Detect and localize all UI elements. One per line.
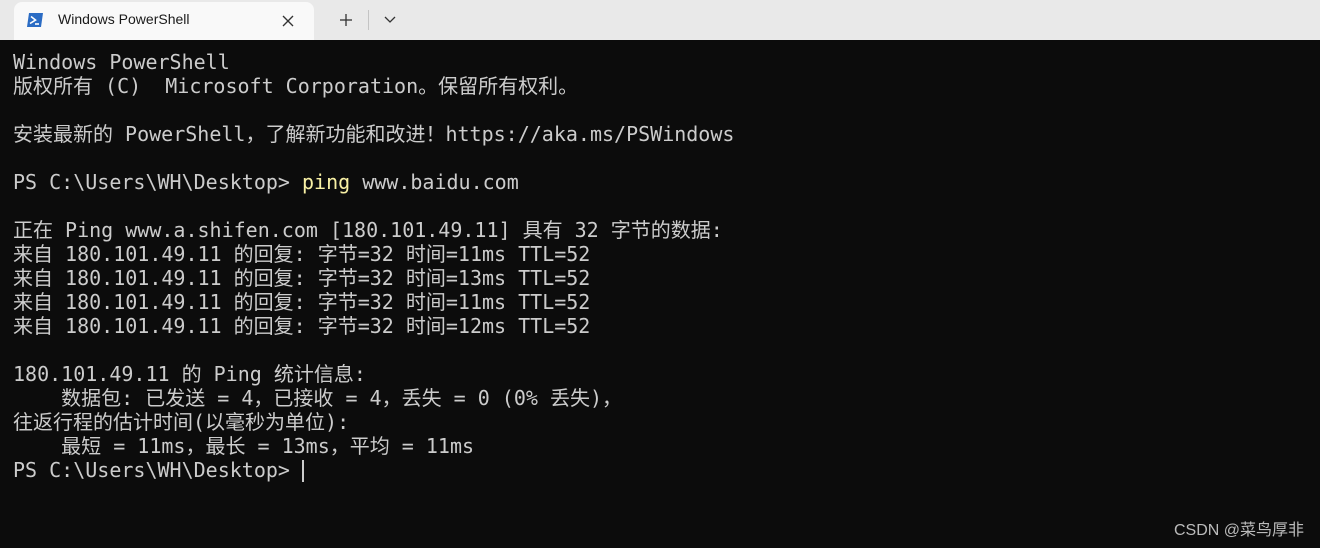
terminal-output[interactable]: Windows PowerShell 版权所有 (C) Microsoft Co…: [0, 40, 1320, 548]
powershell-icon: [27, 13, 43, 27]
output-line: 来自 180.101.49.11 的回复: 字节=32 时间=11ms TTL=…: [13, 290, 591, 314]
output-line: 版权所有 (C) Microsoft Corporation。保留所有权利。: [13, 74, 579, 98]
output-line: 180.101.49.11 的 Ping 统计信息:: [13, 362, 366, 386]
prompt-line: PS C:\Users\WH\Desktop>: [13, 458, 302, 482]
output-line: 来自 180.101.49.11 的回复: 字节=32 时间=13ms TTL=…: [13, 266, 591, 290]
output-line: 来自 180.101.49.11 的回复: 字节=32 时间=11ms TTL=…: [13, 242, 591, 266]
watermark: CSDN @菜鸟厚非: [1173, 522, 1304, 539]
tab-separator: [368, 10, 369, 30]
output-line: 数据包: 已发送 = 4，已接收 = 4，丢失 = 0 (0% 丢失)，: [13, 386, 622, 410]
text-cursor: [301, 460, 304, 482]
command-name: ping: [301, 170, 351, 194]
tab-title: Windows PowerShell: [58, 11, 190, 27]
output-line: 安装最新的 PowerShell，了解新功能和改进！https://aka.ms…: [13, 122, 735, 146]
close-icon[interactable]: [278, 11, 298, 31]
tab-powershell[interactable]: Windows PowerShell: [14, 2, 314, 40]
output-line: Windows PowerShell: [13, 50, 230, 74]
prompt: PS C:\Users\WH\Desktop>: [13, 170, 302, 194]
prompt-line: PS C:\Users\WH\Desktop> ping www.baidu.c…: [13, 170, 519, 194]
command-args: www.baidu.com: [350, 170, 519, 194]
plus-icon[interactable]: [332, 8, 360, 32]
output-line: 来自 180.101.49.11 的回复: 字节=32 时间=12ms TTL=…: [13, 314, 591, 338]
title-bar: Windows PowerShell: [0, 0, 1320, 40]
output-line: 往返行程的估计时间(以毫秒为单位):: [13, 410, 350, 434]
output-line: 正在 Ping www.a.shifen.com [180.101.49.11]…: [13, 218, 723, 242]
output-line: 最短 = 11ms，最长 = 13ms，平均 = 11ms: [13, 434, 475, 458]
chevron-down-icon[interactable]: [376, 8, 404, 32]
